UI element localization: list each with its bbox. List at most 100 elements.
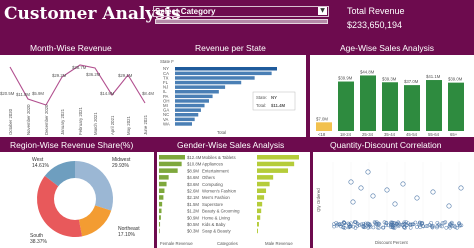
gender-category-7: Superstore <box>202 202 224 207</box>
age-tick-6: 65+ <box>450 132 458 137</box>
quantity-scatter-chart: Qty Ordered Discount Percent <box>316 162 464 245</box>
age-bar-label-6: $39.0M <box>448 77 463 82</box>
age-bar-5 <box>426 80 442 131</box>
age-tick-2: 25-34 <box>362 132 374 137</box>
age-tick-1: 18-24 <box>340 132 352 137</box>
donut-hole <box>54 178 96 220</box>
qty-point-high <box>365 169 371 175</box>
category-slider[interactable] <box>155 19 328 24</box>
gender-female-bar-2 <box>159 168 178 173</box>
gender-female-bar-0 <box>159 155 185 160</box>
gender-male-bar-6 <box>257 195 265 200</box>
qty-point-high <box>430 189 436 195</box>
state-bar-wa <box>175 122 192 126</box>
age-bar-label-5: $41.1M <box>426 74 441 79</box>
qty-point <box>414 225 419 229</box>
month-xtick-4: January 2021 <box>60 108 65 135</box>
gender-female-value-9: $0.9M <box>187 215 199 220</box>
qty-point <box>408 225 413 230</box>
gender-female-bar-5 <box>159 188 165 193</box>
gender-category-9: Home & Living <box>202 215 231 220</box>
qty-point-high <box>358 185 364 191</box>
state-bar-pa <box>175 94 213 99</box>
region-northeast-pct: 17.10% <box>118 232 136 238</box>
gender-category-11: Soap & Beauty <box>202 229 232 234</box>
quantity-chart-title: Quantity-Discount Correlation <box>330 140 442 150</box>
gender-sales-chart: $12.4M Mobiles & Tablets$10.8M Appliances$… <box>159 155 299 246</box>
age-tick-5: 55-64 <box>428 132 440 137</box>
age-bar-0 <box>316 122 332 131</box>
gender-female-value-10: $0.5M <box>187 222 199 227</box>
gender-category-2: Entertainment <box>202 168 230 173</box>
state-revenue-panel: State F NY CA TX FL NJ IL PA OH MI GA NC VA WA Total… <box>155 55 306 137</box>
age-bar-label-4: $37.0M <box>404 79 419 84</box>
gender-category-4: Computing <box>202 182 223 187</box>
state-bar-nj <box>175 85 226 89</box>
gender-category-6: Men's Fashion <box>202 195 230 200</box>
month-label-9: $8.4M <box>142 91 154 96</box>
chevron-down-icon[interactable]: ▼ <box>318 7 327 15</box>
qty-point <box>443 220 448 225</box>
gender-male-bar-11 <box>257 228 258 234</box>
age-chart-title: Age-Wise Sales Analysis <box>340 43 435 53</box>
qty-point-high <box>370 193 376 199</box>
age-bar-6 <box>448 82 464 131</box>
age-bar-1 <box>338 81 354 131</box>
tooltip-state-value: NY <box>271 95 277 100</box>
gender-female-bar-7 <box>159 201 163 207</box>
month-label-8: $29.1M <box>118 73 133 78</box>
state-bar-il <box>175 90 219 94</box>
gender-male-bar-9 <box>257 215 261 220</box>
state-chart-title: Revenue per State <box>195 43 266 53</box>
state-bar-va <box>175 117 195 122</box>
header-bar: Customer Analysis Select Category ▼ Tota… <box>0 0 474 38</box>
gender-female-value-8: $1.2M <box>187 209 199 214</box>
region-donut-chart: West 14.61% Midwest 29.93% Northeast 17.… <box>30 157 140 245</box>
age-bar-label-3: $39.3M <box>382 76 397 81</box>
region-chart-title: Region-Wise Revenue Share(%) <box>10 140 134 150</box>
month-xtick-5: February 2021 <box>78 106 83 135</box>
tooltip-state-label: State: <box>256 95 267 100</box>
month-label-5: $38.7M <box>72 65 87 70</box>
month-xtick-9: June 2021 <box>143 114 148 135</box>
gender-male-bar-10 <box>257 222 259 227</box>
age-sales-panel: $7.0M <18 $39.9M 18-24 $44.8M 25-34 $39.3M 35-4… <box>310 55 474 137</box>
age-tick-3: 35-44 <box>384 132 396 137</box>
month-xtick-7: April 2021 <box>110 115 115 135</box>
qty-point-high <box>414 195 420 201</box>
gender-footer-categories: Categories <box>217 241 238 246</box>
total-revenue-value: $233,650,194 <box>347 20 403 30</box>
state-bar-ga <box>175 108 201 112</box>
gender-footer-male: Male Revenue <box>265 241 293 246</box>
gender-female-bar-3 <box>159 175 169 180</box>
gender-female-bar-8 <box>159 208 162 214</box>
tooltip-total-value: $11.4M <box>271 103 286 108</box>
state-bar-tx <box>175 76 255 80</box>
qty-point-high <box>446 203 452 209</box>
region-south-pct: 38.37% <box>30 239 48 245</box>
gender-female-value-11: $0.3M <box>187 229 199 234</box>
month-revenue-line <box>9 64 146 106</box>
qty-x-label: Discount Percent <box>375 240 409 245</box>
tooltip-total-label: Total: <box>256 103 266 108</box>
gender-female-value-6: $2.1M <box>187 195 199 200</box>
gender-male-bar-2 <box>257 168 289 173</box>
gender-category-10: Kids & Baby <box>202 222 226 227</box>
gender-female-bar-9 <box>159 215 161 220</box>
month-label-6: $36.2M <box>86 72 101 77</box>
region-share-panel: West 14.61% Midwest 29.93% Northeast 17.… <box>0 152 154 248</box>
gender-female-bar-6 <box>159 195 164 200</box>
qty-point-high <box>400 181 406 187</box>
age-sales-chart: $7.0M <18 $39.9M 18-24 $44.8M 25-34 $39.3M 35-4… <box>316 69 464 137</box>
gender-category-1: Appliances <box>202 162 223 167</box>
age-bar-2 <box>360 75 376 131</box>
month-xtick-6: March 2021 <box>93 112 98 135</box>
state-bar-ca <box>175 71 272 76</box>
gender-female-value-5: $2.6M <box>187 189 199 194</box>
gender-footer-female: Female Revenue <box>160 241 193 246</box>
quantity-discount-panel: Qty Ordered Discount Percent <box>313 152 474 248</box>
gender-female-value-1: $10.8M <box>187 162 202 167</box>
gender-female-value-3: $4.6M <box>187 175 199 180</box>
age-bar-label-1: $39.9M <box>338 76 353 81</box>
state-bar-nc <box>175 113 199 117</box>
